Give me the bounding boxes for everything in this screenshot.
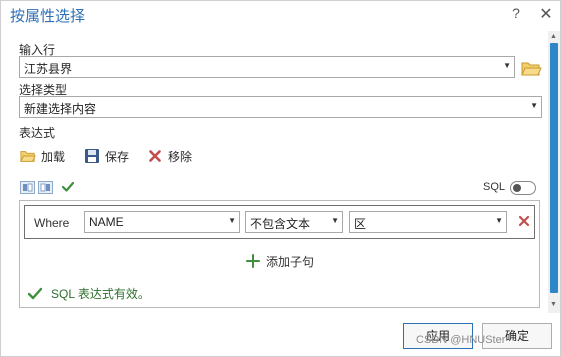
x-icon [518,215,530,227]
value-value: 区 [354,217,367,231]
expression-builder-view-button[interactable] [20,181,35,194]
validate-checkmark-icon[interactable] [61,180,75,194]
add-clause-button[interactable]: 添加子句 [246,251,314,271]
folder-icon [521,62,542,76]
chevron-down-icon: ▼ [331,216,339,225]
scroll-down-icon[interactable]: ▼ [550,301,557,308]
browse-folder-button[interactable] [520,59,542,77]
save-button[interactable]: 保存 [84,147,129,165]
remove-label: 移除 [168,149,193,164]
expression-text-view-button[interactable] [38,181,53,194]
chevron-down-icon: ▼ [503,61,511,70]
selection-type-value: 新建选择内容 [24,102,97,116]
text-view-icon [40,183,50,192]
chevron-down-icon: ▼ [495,216,503,225]
chevron-down-icon: ▼ [530,101,538,110]
select-by-attributes-dialog: 按属性选择 ? ✕ 输入行 江苏县界 ▼ 选择类型 新建选择内容 ▼ 表达式 加 [0,0,561,357]
clause-row: Where NAME ▼ 不包含文本 ▼ 区 ▼ [24,205,535,239]
load-button[interactable]: 加载 [20,147,65,165]
vertical-scrollbar[interactable]: ▲ ▼ [548,31,560,313]
field-select[interactable]: NAME ▼ [84,211,240,233]
watermark: CSDN @HNUSter [416,334,506,346]
folder-icon [20,151,36,162]
where-label: Where [34,216,70,230]
scrollbar-thumb[interactable] [550,43,558,293]
save-label: 保存 [105,149,130,164]
load-label: 加载 [41,149,66,164]
validation-status: SQL 表达式有效。 [27,285,150,302]
close-button[interactable]: ✕ [538,4,554,24]
sql-toggle[interactable] [510,181,536,195]
plus-icon [246,254,260,268]
operator-value: 不包含文本 [250,217,311,231]
title-bar: 按属性选择 ? ✕ [1,1,560,31]
selection-type-select[interactable]: 新建选择内容 ▼ [19,96,542,118]
x-icon [149,150,161,162]
operator-select[interactable]: 不包含文本 ▼ [245,211,343,233]
checkmark-icon [27,287,43,299]
remove-button[interactable]: 移除 [147,147,192,165]
field-value: NAME [89,215,124,229]
sql-label: SQL [483,181,506,193]
help-button[interactable]: ? [508,5,524,25]
add-clause-label: 添加子句 [266,254,315,269]
input-rows-value: 江苏县界 [24,62,73,76]
dialog-content: 输入行 江苏县界 ▼ 选择类型 新建选择内容 ▼ 表达式 加载 保存 移除 SQ… [1,31,549,357]
scroll-up-icon[interactable]: ▲ [550,33,557,40]
remove-clause-button[interactable] [516,212,532,230]
input-rows-select[interactable]: 江苏县界 ▼ [19,56,515,78]
builder-view-icon [23,183,33,192]
sql-toggle-knob [513,184,521,192]
expression-label: 表达式 [19,126,56,140]
value-select[interactable]: 区 ▼ [349,211,507,233]
dialog-title: 按属性选择 [10,8,86,25]
chevron-down-icon: ▼ [228,216,236,225]
validation-message: SQL 表达式有效。 [51,287,150,301]
floppy-disk-icon [85,149,99,163]
